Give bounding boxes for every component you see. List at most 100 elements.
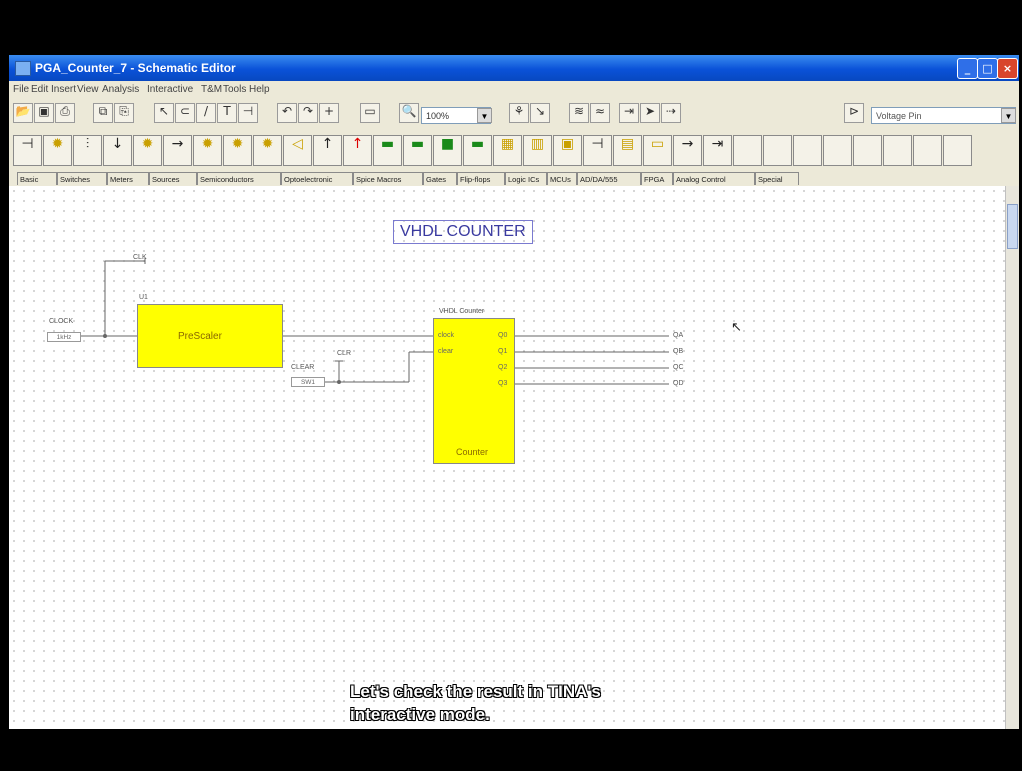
tab-mcus[interactable]: MCUs xyxy=(547,172,577,185)
probe-icon[interactable]: ↘ xyxy=(530,103,550,123)
select-icon[interactable]: ⊂ xyxy=(175,103,195,123)
stop-icon[interactable]: ⇢ xyxy=(661,103,681,123)
menu-edit[interactable]: Edit xyxy=(31,84,48,95)
interactive-icon[interactable]: ⇥ xyxy=(619,103,639,123)
menu-analysis[interactable]: Analysis xyxy=(102,84,139,95)
voltage-pin-icon[interactable]: ⊳ xyxy=(844,103,864,123)
lamp-icon[interactable]: ✹ xyxy=(43,135,72,166)
tab-optoelectronic[interactable]: Optoelectronic xyxy=(281,172,353,185)
vhdl-counter-block[interactable]: clock clear Q0 Q1 Q2 Q3 Counter xyxy=(433,318,515,464)
empty-slot-5[interactable] xyxy=(853,135,882,166)
output-qc[interactable]: QC xyxy=(673,364,684,371)
wire-tool-icon[interactable]: → xyxy=(163,135,192,166)
menu-view[interactable]: View xyxy=(77,84,99,95)
print-icon[interactable]: ⎙ xyxy=(55,103,75,123)
switch-icon[interactable]: ✹ xyxy=(133,135,162,166)
rotate-icon[interactable]: + xyxy=(319,103,339,123)
clock-source[interactable]: 1kHz xyxy=(47,332,81,342)
schematic-canvas[interactable]: VHDL COUNTER CLK CLOCK 1kHz U1 PreScaler… xyxy=(9,186,1005,729)
clear-switch[interactable]: SW1 xyxy=(291,377,325,387)
tab-gates[interactable]: Gates xyxy=(423,172,457,185)
minimize-button[interactable]: _ xyxy=(957,58,978,79)
output-pin-icon[interactable]: → xyxy=(673,135,702,166)
tab-spice-macros[interactable]: Spice Macros xyxy=(353,172,423,185)
counter-pin-clear: clear xyxy=(438,348,454,355)
chip-icon[interactable]: ▥ xyxy=(523,135,552,166)
bus-icon[interactable]: ▭ xyxy=(643,135,672,166)
menu-tools[interactable]: Tools xyxy=(223,84,246,95)
open-icon[interactable]: 📂 xyxy=(13,103,33,123)
tab-flip-flops[interactable]: Flip-flops xyxy=(457,172,505,185)
prescaler-block[interactable]: PreScaler xyxy=(137,304,283,368)
led-icon[interactable]: ✹ xyxy=(193,135,222,166)
input-pin-icon[interactable]: ⊣ xyxy=(583,135,612,166)
bulb-icon[interactable]: ✹ xyxy=(253,135,282,166)
copy-icon[interactable]: ⧉ xyxy=(93,103,113,123)
ic-icon[interactable]: ▦ xyxy=(493,135,522,166)
display2-icon[interactable]: ▬ xyxy=(403,135,432,166)
resistor-icon[interactable]: ⊣ xyxy=(13,135,42,166)
tab-switches[interactable]: Switches xyxy=(57,172,107,185)
output-qb[interactable]: QB xyxy=(673,348,683,355)
light-icon[interactable]: ✹ xyxy=(223,135,252,166)
save-icon[interactable]: ▣ xyxy=(34,103,54,123)
page-icon[interactable]: ▭ xyxy=(360,103,380,123)
dc-icon[interactable]: ≋ xyxy=(569,103,589,123)
label-icon[interactable]: ⊣ xyxy=(238,103,258,123)
analysis-icon[interactable]: ⚘ xyxy=(509,103,529,123)
lcd-icon[interactable]: ■ xyxy=(433,135,462,166)
tab-analog-control[interactable]: Analog Control xyxy=(673,172,755,185)
module-icon[interactable]: ▣ xyxy=(553,135,582,166)
empty-slot-7[interactable] xyxy=(913,135,942,166)
menu-file[interactable]: File xyxy=(13,84,29,95)
empty-slot-3[interactable] xyxy=(793,135,822,166)
menu-help[interactable]: Help xyxy=(249,84,270,95)
speaker-icon[interactable]: ◁ xyxy=(283,135,312,166)
close-button[interactable]: × xyxy=(997,58,1018,79)
tab-ad-da-555[interactable]: AD/DA/555 xyxy=(577,172,641,185)
maximize-button[interactable]: □ xyxy=(977,58,998,79)
vertical-scrollbar[interactable] xyxy=(1005,186,1019,729)
empty-slot-4[interactable] xyxy=(823,135,852,166)
redo-icon[interactable]: ↷ xyxy=(298,103,318,123)
empty-slot-1[interactable] xyxy=(733,135,762,166)
tab-fpga[interactable]: FPGA xyxy=(641,172,673,185)
empty-slot-8[interactable] xyxy=(943,135,972,166)
output-qa[interactable]: QA xyxy=(673,332,683,339)
component-type-select[interactable]: Voltage Pin xyxy=(871,107,1016,124)
tab-meters[interactable]: Meters xyxy=(107,172,149,185)
undo-icon[interactable]: ↶ xyxy=(277,103,297,123)
empty-slot-6[interactable] xyxy=(883,135,912,166)
tab-sources[interactable]: Sources xyxy=(149,172,197,185)
probe-pin-icon[interactable]: ↑ xyxy=(343,135,372,166)
zoom-dropdown-icon[interactable]: ▼ xyxy=(477,108,492,123)
tab-basic[interactable]: Basic xyxy=(17,172,57,185)
run-icon[interactable]: ➤ xyxy=(640,103,660,123)
component-dropdown-icon[interactable]: ▼ xyxy=(1001,108,1016,123)
block-icon[interactable]: ▤ xyxy=(613,135,642,166)
tab-special[interactable]: Special xyxy=(755,172,799,185)
bar-icon[interactable]: ▬ xyxy=(463,135,492,166)
menu-interactive[interactable]: Interactive xyxy=(147,84,193,95)
menu-insert[interactable]: Insert xyxy=(51,84,76,95)
pointer-icon[interactable]: ↖ xyxy=(154,103,174,123)
arrow-icon[interactable]: ↑ xyxy=(313,135,342,166)
zoom-icon[interactable]: 🔍 xyxy=(399,103,419,123)
output-qd[interactable]: QD xyxy=(673,380,684,387)
battery-icon[interactable]: ⫶ xyxy=(73,135,102,166)
wire-icon[interactable]: / xyxy=(196,103,216,123)
menu-tm[interactable]: T&M xyxy=(201,84,222,95)
paste-icon[interactable]: ⎘ xyxy=(114,103,134,123)
tab-logic-ics[interactable]: Logic ICs xyxy=(505,172,547,185)
scrollbar-thumb[interactable] xyxy=(1007,204,1018,249)
ac-icon[interactable]: ≈ xyxy=(590,103,610,123)
counter-pin-clock: clock xyxy=(438,332,454,339)
empty-slot-2[interactable] xyxy=(763,135,792,166)
display-icon[interactable]: ▬ xyxy=(373,135,402,166)
tab-semiconductors[interactable]: Semiconductors xyxy=(197,172,281,185)
ground-icon[interactable]: ↓ xyxy=(103,135,132,166)
text-icon[interactable]: T xyxy=(217,103,237,123)
menu-bar: File Edit Insert View Analysis Interacti… xyxy=(9,81,1019,99)
schematic-editor-window: PGA_Counter_7 - Schematic Editor _ □ × F… xyxy=(9,55,1019,729)
voltage-pin-tool-icon[interactable]: ⇥ xyxy=(703,135,732,166)
